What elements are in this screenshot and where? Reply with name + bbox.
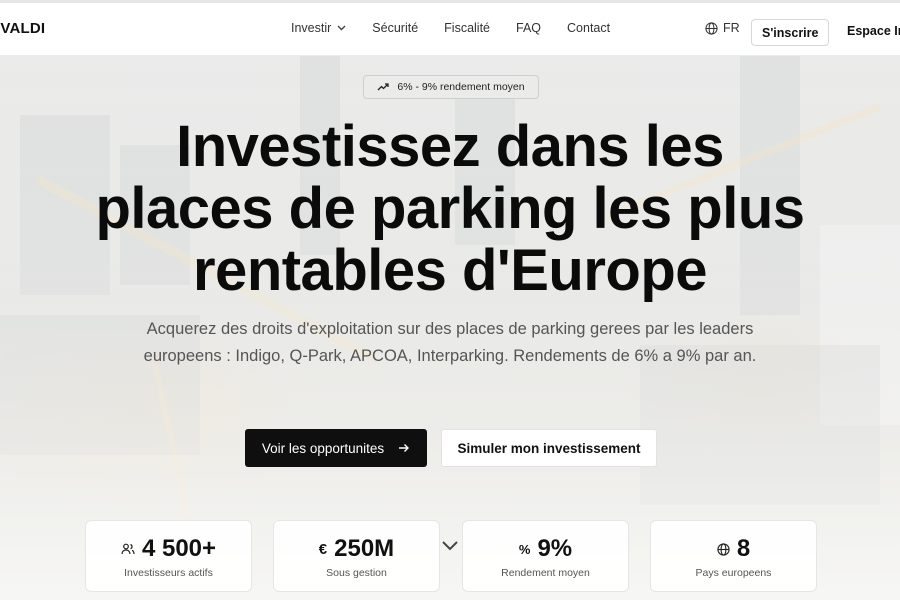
menu-item-securite[interactable]: Sécurité [372, 21, 418, 35]
menu-item-label: FAQ [516, 21, 542, 35]
stat-value: 4 500+ [141, 535, 217, 562]
stat-value: 8 [736, 535, 751, 562]
globe-icon [705, 21, 718, 35]
menu-item-label: Contact [567, 21, 611, 35]
menu-item-fiscalite[interactable]: Fiscalité [444, 21, 490, 35]
stat-card-countries: 8 Pays europeens [650, 520, 817, 592]
stat-card-investors: 4 500+ Investisseurs actifs [85, 520, 252, 592]
simulate-investment-button[interactable]: Simuler mon investissement [441, 429, 657, 467]
view-opportunities-button[interactable]: Voir les opportunites [245, 429, 427, 467]
top-navbar: IVALDI Investir Sécurité Fiscalité FAQ C… [0, 0, 900, 56]
button-label: Voir les opportunites [261, 440, 385, 456]
stat-value: 250M [334, 535, 395, 562]
stat-value: 9% [537, 535, 573, 562]
main-menu: Investir Sécurité Fiscalité FAQ Contact [291, 21, 636, 35]
language-label: FR [723, 21, 740, 35]
stat-label: Sous gestion [326, 567, 387, 579]
globe-icon [717, 542, 730, 556]
investor-space-link[interactable]: Espace In [847, 24, 900, 38]
yield-badge-label: 6% - 9% rendement moyen [397, 81, 525, 93]
menu-item-label: Investir [291, 21, 332, 35]
percent-icon: % [518, 541, 531, 557]
euro-icon: € [318, 540, 328, 558]
arrow-right-icon [399, 444, 410, 452]
users-icon [121, 543, 135, 555]
menu-item-faq[interactable]: FAQ [516, 21, 541, 35]
menu-item-label: Sécurité [372, 21, 419, 35]
hero-subtitle: Acquerez des droits d'exploitation sur d… [143, 320, 757, 365]
brand-logo[interactable]: IVALDI [0, 20, 45, 37]
signup-button[interactable]: S'inscrire [751, 19, 830, 46]
menu-item-investir[interactable]: Investir [291, 21, 346, 35]
stat-card-assets: € 250M Sous gestion [273, 520, 440, 592]
menu-item-label: Fiscalité [444, 21, 490, 35]
stat-label: Rendement moyen [501, 567, 590, 579]
menu-item-contact[interactable]: Contact [567, 21, 610, 35]
stat-card-yield: % 9% Rendement moyen [462, 520, 629, 592]
chevron-down-icon [337, 25, 346, 31]
hero-headline: Investissez dans les places de parking l… [95, 114, 805, 303]
stat-label: Pays europeens [695, 567, 772, 579]
yield-badge: 6% - 9% rendement moyen [363, 75, 539, 99]
stat-label: Investisseurs actifs [124, 567, 213, 579]
scroll-down-chevron-icon[interactable] [441, 540, 459, 552]
trending-up-icon [377, 83, 390, 91]
language-selector[interactable]: FR [705, 21, 740, 35]
